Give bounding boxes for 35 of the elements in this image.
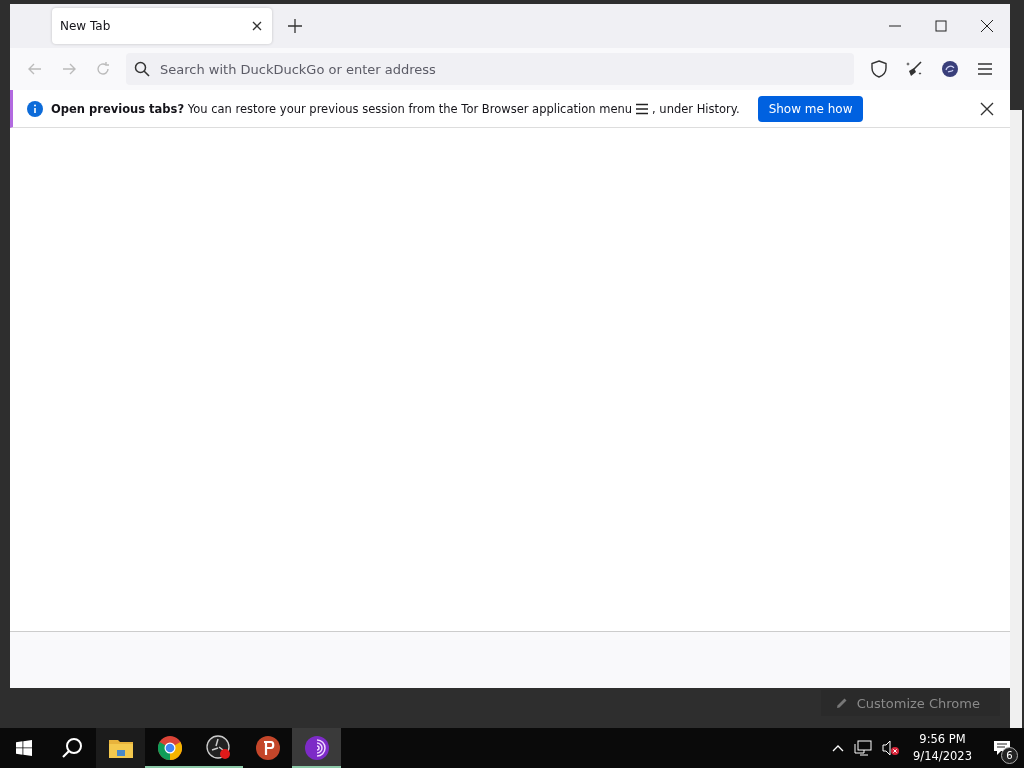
taskbar-app-button[interactable] (292, 728, 341, 768)
p-logo-icon[interactable] (255, 736, 280, 760)
customize-chrome-button[interactable]: Customize Chrome (820, 690, 1000, 716)
tor-circuit-icon[interactable] (941, 60, 959, 78)
info-icon (27, 100, 43, 117)
menu-icon (635, 102, 650, 115)
chevron-up-icon[interactable] (832, 744, 845, 752)
running-indicator (292, 766, 341, 768)
recording-app-icon[interactable] (205, 735, 232, 761)
notification-count: 6 (1001, 747, 1018, 764)
close-icon[interactable] (980, 101, 994, 116)
pencil-icon (834, 696, 849, 710)
close-icon[interactable] (981, 20, 993, 32)
tab-title: New Tab (60, 19, 111, 33)
muted-speaker-icon[interactable] (882, 740, 901, 756)
notification-message: , under History. (652, 101, 740, 116)
shield-icon[interactable] (871, 60, 887, 78)
browser-tab[interactable]: New Tab (52, 8, 272, 44)
search-icon[interactable] (61, 737, 83, 759)
address-field[interactable]: Search with DuckDuckGo or enter address (126, 53, 854, 85)
notification-message: Open previous tabs? You can restore your previous session from the Tor Browser application menu (51, 101, 633, 116)
new-tab-icon[interactable] (288, 19, 302, 33)
taskbar-app-button[interactable] (96, 728, 145, 768)
network-icon[interactable] (854, 740, 873, 756)
tor-browser-icon[interactable] (304, 736, 329, 760)
scrollbar[interactable] (1010, 110, 1022, 728)
maximize-icon[interactable] (935, 20, 947, 32)
folder-icon[interactable] (108, 738, 133, 758)
clock[interactable]: 9:56 PM 9/14/2023 (913, 731, 972, 765)
show-me-how-button[interactable]: Show me how (757, 95, 864, 122)
chrome-icon[interactable] (157, 736, 182, 760)
broom-icon[interactable] (905, 60, 923, 78)
close-icon[interactable] (252, 21, 262, 31)
windows-start-icon[interactable] (16, 740, 32, 756)
menu-icon[interactable] (977, 62, 993, 76)
